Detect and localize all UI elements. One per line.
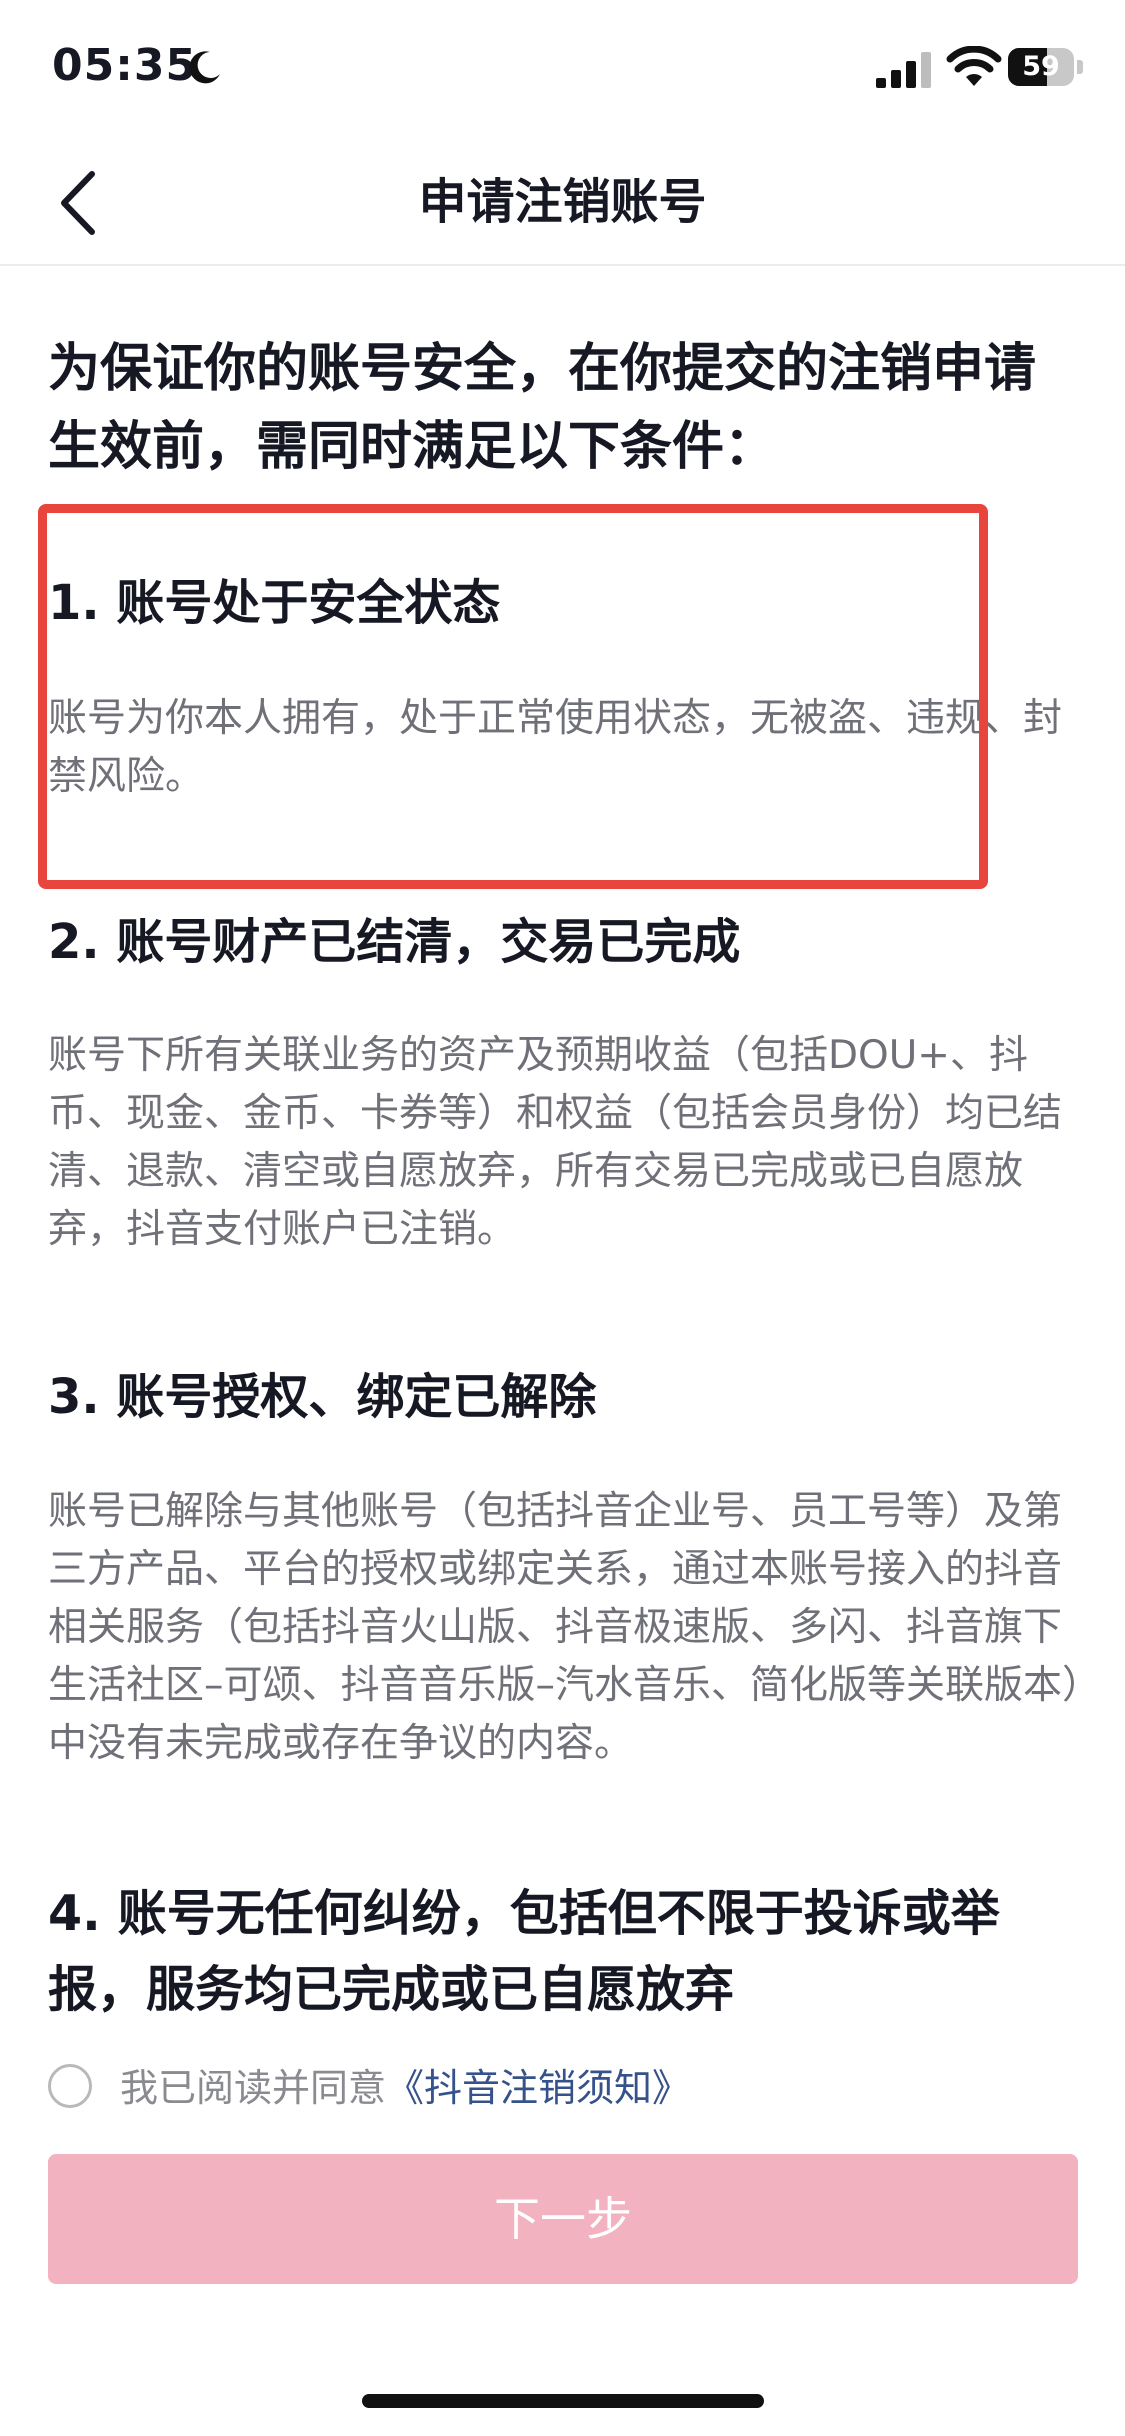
cancellation-notice-link[interactable]: 《抖音注销须知》 bbox=[386, 2066, 690, 2110]
moon-icon bbox=[189, 51, 220, 84]
wifi-icon bbox=[946, 46, 1002, 86]
intro-text: 为保证你的账号安全，在你提交的注销申请生效前，需同时满足以下条件： bbox=[48, 339, 1037, 477]
condition-4-title: 4. 账号无任何纠纷，包括但不限于投诉或举报，服务均已完成或已自愿放弃 bbox=[48, 1885, 1000, 2018]
condition-2-body: 账号下所有关联业务的资产及预期收益（包括DOU+、抖币、现金、金币、卡券等）和权… bbox=[48, 1033, 1063, 1252]
condition-3-body: 账号已解除与其他账号（包括抖音企业号、员工号等）及第三方产品、平台的授权或绑定关… bbox=[48, 1489, 1082, 1766]
back-button[interactable] bbox=[50, 166, 120, 240]
status-bar: 05:35 59 bbox=[0, 0, 1125, 140]
cellular-signal-icon bbox=[876, 52, 931, 88]
highlight-box bbox=[38, 504, 988, 889]
next-button[interactable]: 下一步 bbox=[48, 2154, 1078, 2284]
agreement-text: 我已阅读并同意《抖音注销须知》 bbox=[120, 2060, 690, 2116]
condition-3-title: 3. 账号授权、绑定已解除 bbox=[48, 1369, 597, 1425]
agreement-prefix: 我已阅读并同意 bbox=[120, 2066, 387, 2110]
nav-bar: 申请注销账号 bbox=[0, 140, 1125, 266]
battery-level-text: 59 bbox=[1022, 51, 1060, 82]
home-indicator bbox=[362, 2394, 764, 2408]
chevron-left-icon bbox=[61, 171, 95, 235]
battery-icon: 59 bbox=[1008, 48, 1084, 86]
condition-2-title: 2. 账号财产已结清，交易已完成 bbox=[48, 914, 741, 970]
status-time: 05:35 bbox=[52, 40, 198, 91]
page-title: 申请注销账号 bbox=[418, 174, 707, 230]
agreement-radio[interactable] bbox=[48, 2064, 92, 2108]
